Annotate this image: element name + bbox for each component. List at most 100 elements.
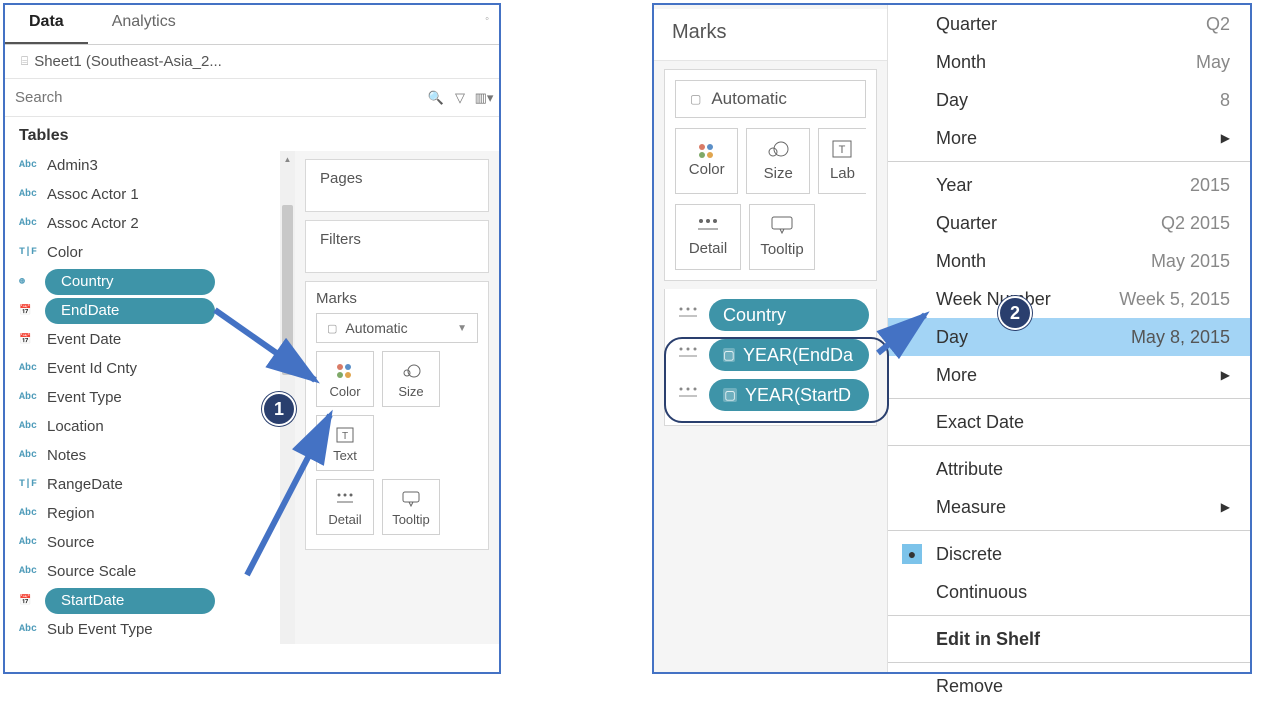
- filter-icon[interactable]: ▽: [451, 89, 469, 107]
- mark-text-button[interactable]: T Text: [316, 415, 374, 471]
- field-region[interactable]: AbcRegion: [5, 499, 280, 528]
- color-icon: [337, 364, 353, 378]
- tooltip-icon: [401, 488, 421, 510]
- tab-collapse-icon[interactable]: ◦: [475, 5, 499, 44]
- mark-tooltip-button[interactable]: Tooltip: [382, 479, 440, 535]
- menu-edit-in-shelf[interactable]: Edit in Shelf: [888, 620, 1250, 658]
- marks-type-select-2[interactable]: ▢ Automatic: [675, 80, 866, 118]
- field-event-date[interactable]: 📅Event Date: [5, 325, 280, 354]
- auto-icon: ▢: [327, 322, 337, 335]
- marks-type-select[interactable]: ▢ Automatic ▼: [316, 313, 478, 343]
- mark-size-button[interactable]: Size: [382, 351, 440, 407]
- field-assoc-actor-2[interactable]: Abc Assoc Actor 2: [5, 209, 280, 238]
- filters-shelf[interactable]: Filters: [305, 220, 489, 273]
- field-sub-event-type[interactable]: AbcSub Event Type: [5, 615, 280, 644]
- field-label: Event Date: [47, 331, 121, 348]
- menu-day-trunc[interactable]: DayMay 8, 2015: [888, 318, 1250, 356]
- menu-label: More: [936, 365, 977, 386]
- field-source-scale[interactable]: AbcSource Scale: [5, 557, 280, 586]
- menu-month-part[interactable]: MonthMay: [888, 43, 1250, 81]
- mark-buttons-row1: Color Size T Text: [316, 351, 478, 471]
- menu-value: May: [1196, 52, 1230, 73]
- menu-continuous[interactable]: Continuous: [888, 573, 1250, 611]
- svg-text:T: T: [342, 431, 348, 442]
- menu-more-trunc[interactable]: More▶: [888, 356, 1250, 394]
- menu-discrete[interactable]: ●Discrete: [888, 535, 1250, 573]
- field-rangedate[interactable]: T|F RangeDate: [5, 470, 280, 499]
- submenu-arrow-icon: ▶: [1221, 131, 1230, 145]
- field-assoc-actor-1[interactable]: AbcAssoc Actor 1: [5, 180, 280, 209]
- field-label: Source Scale: [47, 563, 136, 580]
- menu-year-trunc[interactable]: Year2015: [888, 166, 1250, 204]
- mark-buttons-row2: Detail Tooltip: [316, 479, 478, 535]
- scroll-thumb[interactable]: [282, 205, 293, 375]
- menu-quarter-trunc[interactable]: QuarterQ2 2015: [888, 204, 1250, 242]
- string-icon: Abc: [19, 218, 41, 229]
- pill-row-country[interactable]: Country: [673, 295, 868, 335]
- size-icon: [401, 360, 421, 382]
- mark-color-button-2[interactable]: Color: [675, 128, 738, 194]
- menu-value: Q2 2015: [1161, 213, 1230, 234]
- menu-label: Discrete: [936, 544, 1002, 565]
- pill-country[interactable]: Country: [709, 299, 869, 331]
- menu-remove[interactable]: Remove: [888, 667, 1250, 705]
- search-input[interactable]: [15, 83, 421, 112]
- field-admin3[interactable]: Abc Admin3: [5, 151, 280, 180]
- geo-icon: ⊕: [19, 276, 41, 288]
- menu-label: More: [936, 128, 977, 149]
- field-label: Admin3: [47, 157, 98, 174]
- mark-detail-button-2[interactable]: Detail: [675, 204, 741, 270]
- field-enddate[interactable]: 📅EndDate: [5, 296, 280, 325]
- datasource-icon: ⌸: [21, 54, 28, 69]
- menu-label: Edit in Shelf: [936, 629, 1040, 650]
- field-source[interactable]: AbcSource: [5, 528, 280, 557]
- view-icon[interactable]: ▥▾: [475, 89, 493, 107]
- field-pill: StartDate: [45, 588, 215, 614]
- field-location[interactable]: AbcLocation: [5, 412, 280, 441]
- datasource-row[interactable]: ⌸ Sheet1 (Southeast-Asia_2...: [5, 45, 499, 79]
- field-startdate[interactable]: 📅 StartDate: [5, 586, 280, 615]
- field-label: RangeDate: [47, 476, 123, 493]
- field-color[interactable]: T|FColor: [5, 238, 280, 267]
- string-icon: Abc: [19, 421, 41, 432]
- string-icon: Abc: [19, 508, 41, 519]
- menu-day-part[interactable]: Day8: [888, 81, 1250, 119]
- mark-detail-button[interactable]: Detail: [316, 479, 374, 535]
- marks-type-label: Automatic: [345, 320, 407, 336]
- marks-type-label-2: Automatic: [711, 89, 787, 109]
- string-icon: Abc: [19, 160, 41, 171]
- date-icon: 📅: [19, 595, 41, 607]
- search-icon[interactable]: 🔍: [427, 89, 445, 107]
- menu-attribute[interactable]: Attribute: [888, 450, 1250, 488]
- string-icon: Abc: [19, 624, 41, 635]
- svg-text:T: T: [839, 144, 846, 156]
- field-notes[interactable]: AbcNotes: [5, 441, 280, 470]
- mark-size-button-2[interactable]: Size: [746, 128, 809, 194]
- field-event-type[interactable]: AbcEvent Type: [5, 383, 280, 412]
- menu-label: Quarter: [936, 14, 997, 35]
- pages-shelf[interactable]: Pages: [305, 159, 489, 212]
- menu-exact-date[interactable]: Exact Date: [888, 403, 1250, 441]
- pill-country-label: Country: [723, 305, 786, 326]
- date-context-menu: QuarterQ2 MonthMay Day8 More ▶ Year2015 Q…: [888, 5, 1250, 672]
- boolean-icon: T|F: [19, 479, 41, 490]
- field-event-id-cnty[interactable]: AbcEvent Id Cnty: [5, 354, 280, 383]
- boolean-icon: T|F: [19, 247, 41, 258]
- tab-analytics[interactable]: Analytics: [88, 5, 200, 44]
- menu-separator: [888, 662, 1250, 663]
- menu-separator: [888, 398, 1250, 399]
- menu-measure[interactable]: Measure▶: [888, 488, 1250, 526]
- scroll-up-icon[interactable]: ▲: [280, 151, 295, 167]
- tab-data[interactable]: Data: [5, 5, 88, 44]
- menu-value: May 8, 2015: [1131, 327, 1230, 348]
- field-label: Assoc Actor 2: [47, 215, 139, 232]
- string-icon: Abc: [19, 392, 41, 403]
- menu-month-trunc[interactable]: MonthMay 2015: [888, 242, 1250, 280]
- mark-tooltip-button-2[interactable]: Tooltip: [749, 204, 815, 270]
- menu-more-part[interactable]: More ▶: [888, 119, 1250, 157]
- mark-color-button[interactable]: Color: [316, 351, 374, 407]
- menu-quarter-part[interactable]: QuarterQ2: [888, 5, 1250, 43]
- menu-week-trunc[interactable]: Week NumberWeek 5, 2015: [888, 280, 1250, 318]
- field-country[interactable]: ⊕Country: [5, 267, 280, 296]
- mark-label-button-2[interactable]: T Lab: [818, 128, 866, 194]
